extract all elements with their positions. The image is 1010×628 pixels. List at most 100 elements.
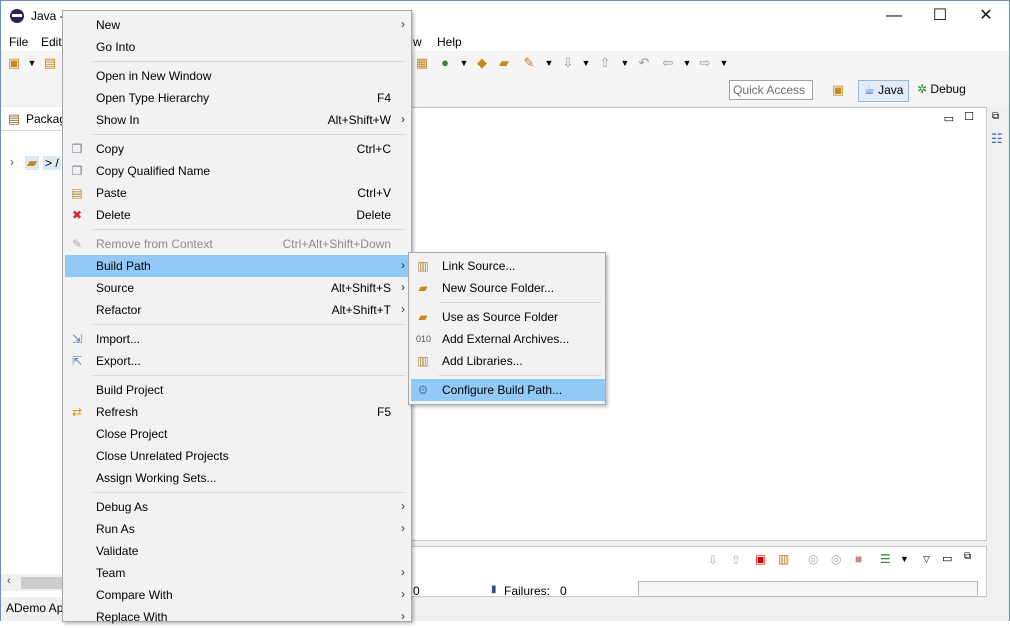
paste-icon: ▤: [71, 186, 83, 200]
menu-item-open-type-hierarchy[interactable]: Open Type Hierarchy F4: [65, 87, 409, 109]
menu-item-close-project[interactable]: Close Project: [65, 423, 409, 445]
submenu-item-new-source-folder[interactable]: ▰ New Source Folder...: [411, 277, 605, 299]
menu-item-refresh[interactable]: ⇄ Refresh F5: [65, 401, 409, 423]
menu-item-validate[interactable]: Validate: [65, 540, 409, 562]
menu-item-compare-with[interactable]: Compare With ›: [65, 584, 409, 606]
back-icon[interactable]: ⇦: [661, 56, 675, 70]
prev-annotation-icon[interactable]: ⇧: [598, 56, 612, 70]
submenu-item-add-external-archives[interactable]: 010 Add External Archives...: [411, 328, 605, 350]
stop-icon[interactable]: ■: [855, 552, 862, 566]
menu-window[interactable]: w: [413, 35, 422, 49]
menu-item-label: Close Unrelated Projects: [96, 449, 229, 463]
rerun-icon[interactable]: ◎: [808, 552, 818, 566]
run-dropdown-icon[interactable]: ▼: [457, 56, 471, 70]
menu-item-copy[interactable]: ❐ Copy Ctrl+C: [65, 138, 409, 160]
perspective-debug[interactable]: ✲ Debug: [912, 80, 971, 102]
scroll-lock-icon[interactable]: ▥: [778, 552, 789, 566]
menu-item-team[interactable]: Team ›: [65, 562, 409, 584]
panel-restore-icon[interactable]: ⧉: [964, 551, 971, 562]
menu-item-assign-working-sets[interactable]: Assign Working Sets...: [65, 467, 409, 489]
editor-minimize-icon[interactable]: ▭: [944, 112, 954, 125]
history-dropdown-icon[interactable]: ▼: [900, 554, 909, 564]
prev-annotation-dropdown-icon[interactable]: ▼: [618, 56, 632, 70]
open-folder-icon[interactable]: ▰: [497, 56, 511, 70]
minimize-button[interactable]: —: [871, 1, 917, 32]
run-icon[interactable]: ●: [438, 56, 452, 70]
failures-label: Failures:: [504, 584, 551, 598]
menu-item-replace-with[interactable]: Replace With ›: [65, 606, 409, 628]
menu-item-build-project[interactable]: Build Project: [65, 379, 409, 401]
restore-icon[interactable]: ⧉: [992, 111, 999, 122]
status-text: ADemo Ap: [6, 601, 64, 615]
menu-item-run-as[interactable]: Run As ›: [65, 518, 409, 540]
submenu-item-use-as-source-folder[interactable]: ▰ Use as Source Folder: [411, 306, 605, 328]
menu-item-refactor[interactable]: Refactor Alt+Shift+T ›: [65, 299, 409, 321]
menu-item-shortcut: Ctrl+C: [356, 142, 391, 156]
search-dropdown-icon[interactable]: ▼: [542, 56, 556, 70]
submenu-separator: [439, 375, 601, 376]
menu-item-close-unrelated-projects[interactable]: Close Unrelated Projects: [65, 445, 409, 467]
menu-item-export[interactable]: ⇱ Export...: [65, 350, 409, 372]
history-icon[interactable]: ☰: [880, 552, 891, 566]
outline-icon[interactable]: ☷: [991, 131, 1003, 147]
submenu-arrow-icon: ›: [401, 302, 405, 316]
next-annotation-icon[interactable]: ⇩: [561, 56, 575, 70]
submenu-arrow-icon: ›: [401, 112, 405, 126]
menu-item-copy-qualified-name[interactable]: ❐ Copy Qualified Name: [65, 160, 409, 182]
next-annotation-dropdown-icon[interactable]: ▼: [579, 56, 593, 70]
open-perspective-icon[interactable]: ▣: [831, 83, 845, 97]
tree-item-project[interactable]: › ▰ > /: [1, 153, 63, 173]
view-menu-icon[interactable]: ▽: [923, 554, 930, 565]
menu-item-source[interactable]: Source Alt+Shift+S ›: [65, 277, 409, 299]
quick-access-input[interactable]: Quick Access: [729, 80, 813, 100]
new-class-icon[interactable]: ▦: [415, 56, 429, 70]
open-type-icon[interactable]: ◆: [475, 56, 489, 70]
next-failure-icon[interactable]: ⇩: [708, 553, 718, 567]
editor-maximize-icon[interactable]: ☐: [964, 110, 974, 123]
search-tool-icon[interactable]: ✎: [522, 56, 536, 70]
prev-failure-icon[interactable]: ⇧: [731, 553, 741, 567]
menu-item-label: Build Path: [96, 259, 151, 273]
menu-edit[interactable]: Edit: [41, 35, 62, 49]
submenu-item-link-source[interactable]: ▥ Link Source...: [411, 255, 605, 277]
expand-chevron-icon[interactable]: ›: [10, 155, 14, 169]
menu-item-go-into[interactable]: Go Into: [65, 36, 409, 58]
forward-icon[interactable]: ⇨: [698, 56, 712, 70]
submenu-item-configure-build-path[interactable]: ⚙ Configure Build Path...: [411, 379, 605, 401]
libraries-icon: ▥: [417, 354, 429, 368]
forward-dropdown-icon[interactable]: ▼: [717, 56, 731, 70]
package-explorer-tab[interactable]: ▤ Packag: [1, 107, 66, 131]
menu-item-remove-from-context[interactable]: ✎ Remove from Context Ctrl+Alt+Shift+Down: [65, 233, 409, 255]
menu-item-build-path[interactable]: Build Path ›: [65, 255, 409, 277]
last-edit-icon[interactable]: ↶: [637, 56, 651, 70]
maximize-button[interactable]: ☐: [917, 1, 963, 32]
close-button[interactable]: ✕: [963, 1, 1009, 32]
menu-item-show-in[interactable]: Show In Alt+Shift+W ›: [65, 109, 409, 131]
menu-item-shortcut: Alt+Shift+T: [331, 303, 391, 317]
new-dropdown-icon[interactable]: ▼: [25, 56, 39, 70]
new-package-icon[interactable]: ▤: [43, 56, 57, 70]
menu-help[interactable]: Help: [437, 35, 462, 49]
submenu-item-label: Add Libraries...: [442, 354, 523, 368]
menu-separator: [93, 324, 405, 325]
menu-item-open-new-window[interactable]: Open in New Window: [65, 65, 409, 87]
new-wizard-icon[interactable]: ▣: [7, 56, 21, 70]
menu-item-label: Assign Working Sets...: [96, 471, 217, 485]
menu-item-debug-as[interactable]: Debug As ›: [65, 496, 409, 518]
menu-item-delete[interactable]: ✖ Delete Delete: [65, 204, 409, 226]
project-folder-icon: ▰: [25, 155, 39, 170]
perspective-java[interactable]: ☕ Java: [858, 80, 910, 102]
menu-item-new[interactable]: New ›: [65, 14, 409, 36]
menu-item-import[interactable]: ⇲ Import...: [65, 328, 409, 350]
menu-item-paste[interactable]: ▤ Paste Ctrl+V: [65, 182, 409, 204]
submenu-item-add-libraries[interactable]: ▥ Add Libraries...: [411, 350, 605, 372]
new-source-folder-icon: ▰: [418, 281, 428, 295]
menu-file[interactable]: File: [9, 35, 28, 49]
show-failures-icon[interactable]: ▣: [755, 552, 766, 566]
menu-item-label: Validate: [96, 544, 139, 558]
scrollbar-thumb[interactable]: [21, 577, 63, 589]
back-dropdown-icon[interactable]: ▼: [680, 56, 694, 70]
rerun-failed-icon[interactable]: ◎: [831, 552, 841, 566]
panel-minimize-icon[interactable]: ▭: [942, 552, 952, 565]
scroll-left-icon[interactable]: ‹: [7, 575, 11, 587]
